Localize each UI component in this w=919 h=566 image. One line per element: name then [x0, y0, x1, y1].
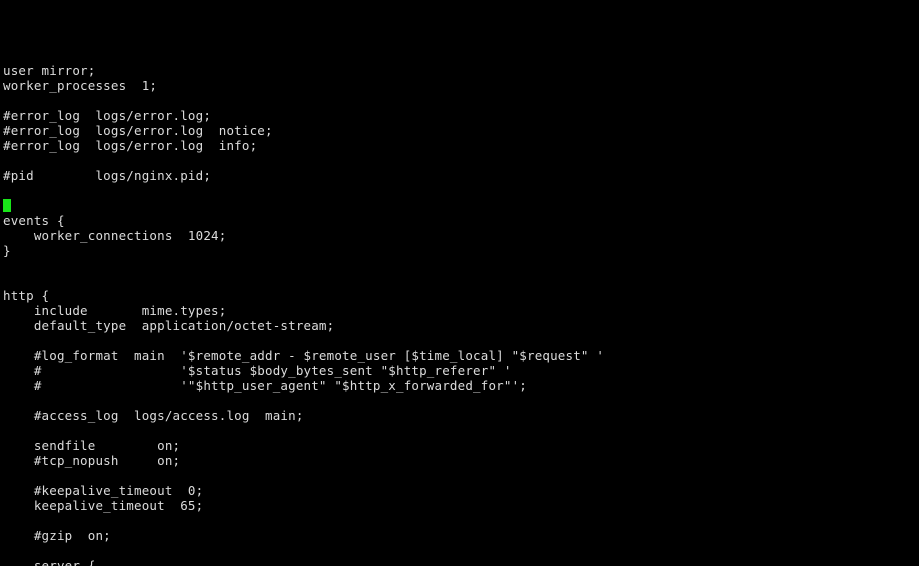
- terminal-line: # '"$http_user_agent" "$http_x_forwarded…: [3, 378, 919, 393]
- terminal-line-text: worker_processes 1;: [3, 78, 158, 93]
- terminal-line-text: # '"$http_user_agent" "$http_x_forwarded…: [3, 378, 527, 393]
- terminal-line: http {: [3, 288, 919, 303]
- terminal-line: #pid logs/nginx.pid;: [3, 168, 919, 183]
- terminal-line-text: sendfile on;: [3, 438, 181, 453]
- terminal-line-text: #tcp_nopush on;: [3, 453, 181, 468]
- terminal-line-text: worker_connections 1024;: [3, 228, 227, 243]
- terminal-line-text: #pid logs/nginx.pid;: [3, 168, 212, 183]
- terminal-line: #access_log logs/access.log main;: [3, 408, 919, 423]
- terminal-line-text: default_type application/octet-stream;: [3, 318, 335, 333]
- terminal-line: #log_format main '$remote_addr - $remote…: [3, 348, 919, 363]
- terminal-line: default_type application/octet-stream;: [3, 318, 919, 333]
- terminal-line: #tcp_nopush on;: [3, 453, 919, 468]
- terminal-line: }: [3, 243, 919, 258]
- terminal-line: [3, 198, 919, 213]
- terminal-line-text: include mime.types;: [3, 303, 227, 318]
- terminal-line: user mirror;: [3, 63, 919, 78]
- terminal-line-text: #gzip on;: [3, 528, 111, 543]
- terminal-line-text: user mirror;: [3, 63, 96, 78]
- terminal-line: sendfile on;: [3, 438, 919, 453]
- terminal-line-text: #access_log logs/access.log main;: [3, 408, 304, 423]
- terminal-screen[interactable]: user mirror; worker_processes 1; #error_lo…: [3, 18, 919, 566]
- terminal-line: server {: [3, 558, 919, 566]
- terminal-line: #error_log logs/error.log info;: [3, 138, 919, 153]
- terminal-window[interactable]: user mirror; worker_processes 1; #error_lo…: [0, 0, 919, 566]
- terminal-line-text: #log_format main '$remote_addr - $remote…: [3, 348, 605, 363]
- terminal-line-text: #keepalive_timeout 0;: [3, 483, 204, 498]
- terminal-line: # '$status $body_bytes_sent "$http_refer…: [3, 363, 919, 378]
- terminal-line-text: #error_log logs/error.log info;: [3, 138, 258, 153]
- terminal-line-text: }: [3, 243, 11, 258]
- terminal-line: worker_connections 1024;: [3, 228, 919, 243]
- terminal-line-text: events {: [3, 213, 65, 228]
- terminal-line: events {: [3, 213, 919, 228]
- terminal-line: #error_log logs/error.log notice;: [3, 123, 919, 138]
- terminal-line: #keepalive_timeout 0;: [3, 483, 919, 498]
- text-cursor: [3, 199, 11, 212]
- terminal-line-text: #error_log logs/error.log notice;: [3, 123, 273, 138]
- terminal-line-text: server {: [3, 558, 96, 566]
- terminal-line: keepalive_timeout 65;: [3, 498, 919, 513]
- terminal-line-text: keepalive_timeout 65;: [3, 498, 204, 513]
- terminal-line-text: #error_log logs/error.log;: [3, 108, 212, 123]
- terminal-line-text: http {: [3, 288, 50, 303]
- terminal-line: #error_log logs/error.log;: [3, 108, 919, 123]
- terminal-line: worker_processes 1;: [3, 78, 919, 93]
- terminal-line: include mime.types;: [3, 303, 919, 318]
- terminal-line: #gzip on;: [3, 528, 919, 543]
- terminal-line-text: # '$status $body_bytes_sent "$http_refer…: [3, 363, 512, 378]
